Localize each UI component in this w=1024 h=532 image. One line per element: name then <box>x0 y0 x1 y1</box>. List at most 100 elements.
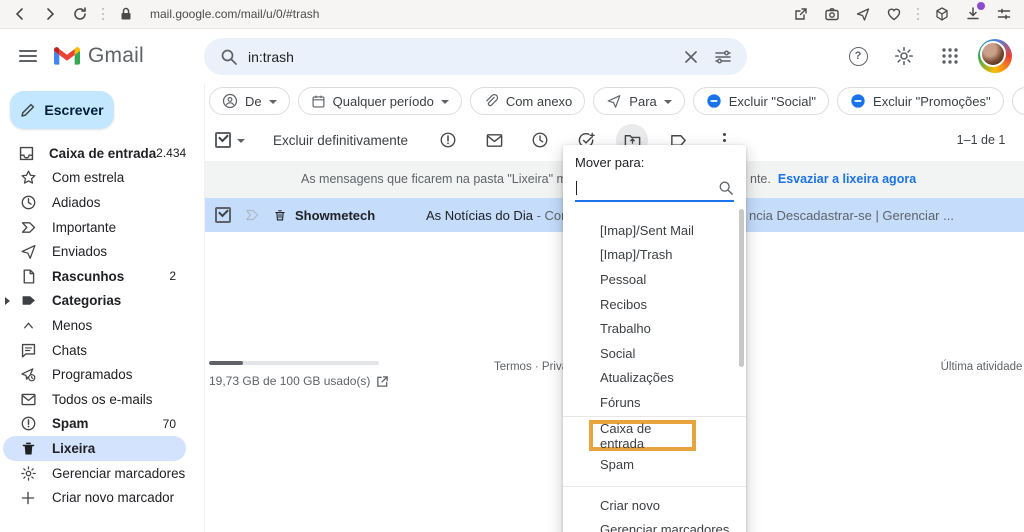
envelope-icon <box>486 133 502 147</box>
share-icon[interactable] <box>793 6 809 22</box>
menu-item-trabalho[interactable]: Trabalho <box>563 316 746 341</box>
mark-read-button[interactable] <box>478 124 510 156</box>
search-input[interactable]: in:trash <box>248 49 675 65</box>
spam-count: 70 <box>162 416 176 431</box>
sidebar-item-drafts[interactable]: Rascunhos 2 <box>0 264 186 289</box>
storage-label: 19,73 GB de 100 GB usado(s) <box>209 374 371 388</box>
calendar-icon <box>312 95 325 107</box>
help-icon: ? <box>848 46 868 66</box>
select-all-checkbox[interactable] <box>215 132 231 148</box>
paperclip-icon <box>486 93 498 107</box>
search-icon[interactable] <box>220 48 238 66</box>
toolbar-separator <box>917 8 919 20</box>
scheduled-send-icon <box>18 366 38 383</box>
pencil-icon <box>21 103 35 117</box>
inbox-icon <box>18 145 35 162</box>
send-icon[interactable] <box>855 6 871 22</box>
cube-icon[interactable] <box>934 6 950 22</box>
sidebar-item-snoozed[interactable]: Adiados <box>0 190 186 215</box>
heart-icon[interactable] <box>886 6 902 22</box>
menu-item-atualizacoes[interactable]: Atualizações <box>563 366 746 391</box>
gmail-logo: Gmail <box>54 44 144 68</box>
person-icon <box>222 93 238 109</box>
sidebar-item-create-label[interactable]: Criar novo marcador <box>0 485 186 510</box>
expand-caret-icon[interactable] <box>5 296 10 305</box>
url-bar[interactable]: mail.google.com/mail/u/0/#trash <box>150 7 319 21</box>
chip-has-attachment[interactable]: Com anexo <box>469 87 586 115</box>
highlight-box: Caixa de entrada <box>589 420 696 451</box>
chip-period[interactable]: Qualquer período <box>297 87 462 115</box>
sidebar-item-sent[interactable]: Enviados <box>0 239 186 264</box>
chevron-down-icon <box>440 99 449 104</box>
open-in-new-icon[interactable] <box>376 375 389 388</box>
back-icon[interactable] <box>12 6 28 22</box>
move-to-search-input[interactable] <box>575 175 734 202</box>
hamburger-icon <box>19 50 37 62</box>
drafts-count: 2 <box>169 269 176 284</box>
compose-button[interactable]: Escrever <box>10 91 114 129</box>
sidebar-item-starred[interactable]: Com estrela <box>0 166 186 191</box>
star-icon <box>18 169 38 186</box>
reload-icon[interactable] <box>72 6 88 22</box>
gmail-app-window: mail.google.com/mail/u/0/#trash Gmail in… <box>0 0 1024 532</box>
text-cursor <box>576 180 577 195</box>
menu-scrollbar[interactable] <box>739 209 744 367</box>
forward-icon[interactable] <box>42 6 58 22</box>
chevron-up-icon <box>18 318 38 333</box>
chip-exclude-social[interactable]: Excluir "Social" <box>692 87 830 115</box>
sidebar-item-chats[interactable]: Chats <box>0 338 186 363</box>
snooze-button[interactable] <box>524 124 556 156</box>
menu-item-create-new[interactable]: Criar novo <box>563 493 746 518</box>
search-options-button[interactable] <box>707 41 739 73</box>
trash-icon <box>18 440 38 457</box>
send-icon <box>607 95 621 108</box>
help-button[interactable]: ? <box>840 38 876 74</box>
sidebar-item-scheduled[interactable]: Programados <box>0 362 186 387</box>
chip-unread[interactable]: Não lido <box>1011 87 1024 115</box>
menu-item-manage-labels[interactable]: Gerenciar marcadores <box>563 518 746 532</box>
move-to-title: Mover para: <box>575 155 645 170</box>
trash-label-icon <box>275 210 285 221</box>
sidebar-item-trash[interactable]: Lixeira <box>3 436 186 461</box>
menu-item-social[interactable]: Social <box>563 341 746 366</box>
sidebar-item-less[interactable]: Menos <box>0 313 186 338</box>
gmail-logo-text: Gmail <box>88 44 144 67</box>
menu-item-sent-mail[interactable]: [Imap]/Sent Mail <box>563 218 746 243</box>
chip-exclude-promos[interactable]: Excluir "Promoções" <box>837 87 1004 115</box>
select-dropdown-icon[interactable] <box>237 138 245 143</box>
account-activity: Última atividade da conta: há 18 minutos… <box>941 359 1024 393</box>
sidebar-item-important[interactable]: Importante <box>0 215 186 240</box>
lock-icon <box>121 7 131 20</box>
menu-item-pessoal[interactable]: Pessoal <box>563 267 746 292</box>
main-menu-button[interactable] <box>8 36 48 76</box>
apps-grid-button[interactable] <box>932 38 968 74</box>
menu-item-foruns[interactable]: Fóruns <box>563 390 746 415</box>
importance-marker-icon[interactable] <box>245 208 261 222</box>
chip-to[interactable]: Para <box>593 87 685 115</box>
delete-forever-button[interactable]: Excluir definitivamente <box>263 127 418 154</box>
sidebar-item-all-mail[interactable]: Todos os e-mails <box>0 387 186 412</box>
sidebar-item-inbox[interactable]: Caixa de entrada 2.434 <box>0 141 186 166</box>
banner-text-right: nte. <box>750 172 771 186</box>
browser-settings-icon[interactable] <box>996 6 1012 22</box>
profile-avatar[interactable] <box>978 39 1012 73</box>
move-to-menu: Mover para: [Imap]/Sent Mail [Imap]/Tras… <box>563 145 746 532</box>
menu-item-imap-trash[interactable]: [Imap]/Trash <box>563 243 746 268</box>
empty-trash-link[interactable]: Esvaziar a lixeira agora <box>778 172 916 186</box>
settings-button[interactable] <box>886 38 922 74</box>
sidebar-item-spam[interactable]: Spam 70 <box>0 412 186 437</box>
menu-item-recibos[interactable]: Recibos <box>563 292 746 317</box>
row-checkbox[interactable] <box>215 207 231 223</box>
sidebar-item-categories[interactable]: Categorias <box>0 289 186 314</box>
clear-search-button[interactable] <box>675 41 707 73</box>
details-link[interactable]: Detalhes <box>941 376 1024 393</box>
search-bar[interactable]: in:trash <box>204 38 747 75</box>
chip-from[interactable]: De <box>209 87 290 115</box>
menu-item-spam[interactable]: Spam <box>563 451 746 477</box>
sidebar-item-manage-labels[interactable]: Gerenciar marcadores <box>0 461 186 486</box>
menu-item-inbox[interactable]: Caixa de entrada <box>600 421 692 451</box>
report-spam-button[interactable] <box>432 124 464 156</box>
gear-icon <box>18 465 38 482</box>
apps-grid-icon <box>942 48 958 64</box>
camera-icon[interactable] <box>824 6 840 22</box>
